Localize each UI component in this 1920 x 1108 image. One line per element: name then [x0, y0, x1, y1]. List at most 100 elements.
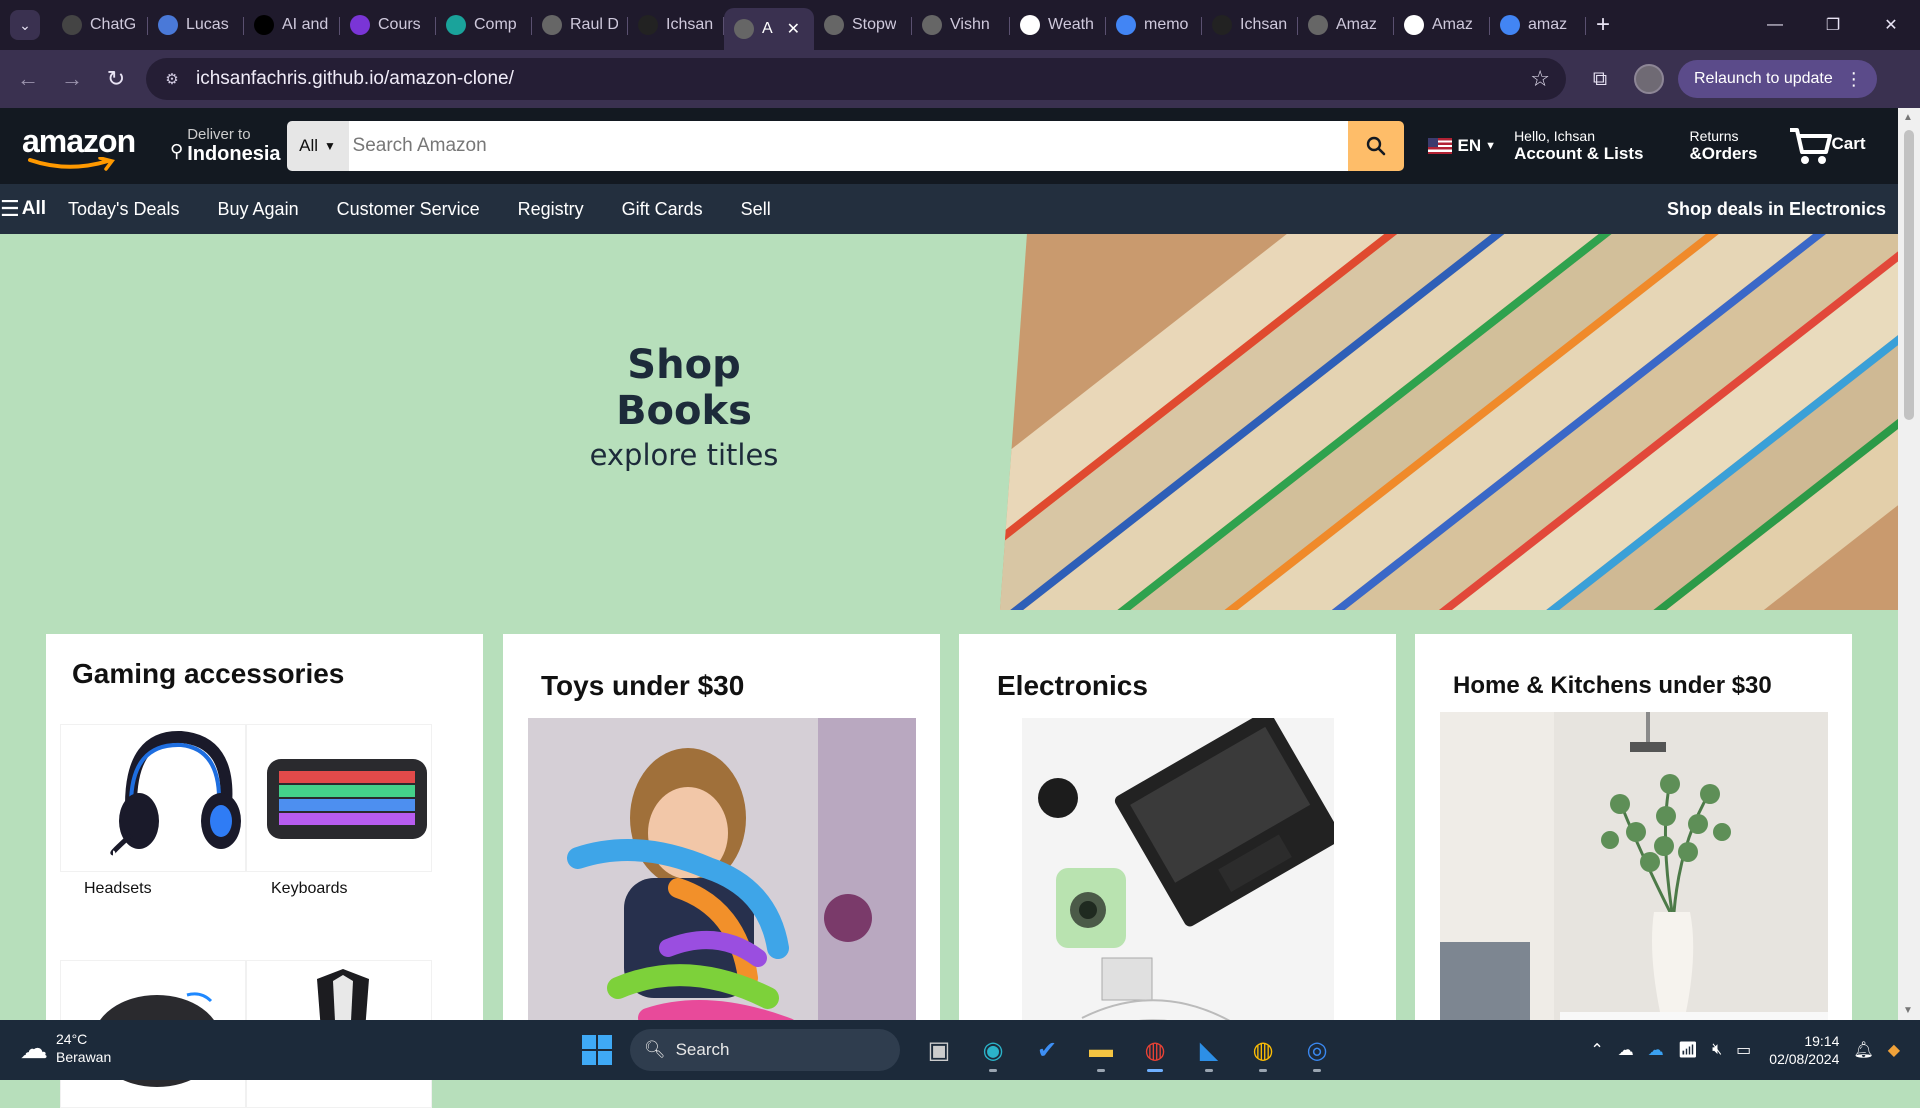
site-info-icon[interactable]: ⚙ [154, 70, 190, 88]
scroll-up-icon[interactable]: ▲ [1903, 112, 1913, 123]
tab-4[interactable]: Comp [436, 7, 532, 43]
tab-13[interactable]: Amaz [1298, 7, 1394, 43]
tab-7[interactable]: A ✕ [724, 8, 814, 50]
subnav-registry[interactable]: Registry [518, 199, 584, 220]
volume-muted-icon[interactable]: 🔇︎ [1712, 1041, 1722, 1059]
card-title[interactable]: Home & Kitchens under $30 [1453, 672, 1772, 700]
weather-widget[interactable]: ☁ 24°C Berawan [20, 1030, 111, 1066]
tab-1[interactable]: Lucas [148, 7, 244, 43]
amazon-logo[interactable]: amazon [22, 121, 140, 171]
w-icon [1020, 15, 1040, 35]
tab-3[interactable]: Cours [340, 7, 436, 43]
electronics-image[interactable] [1022, 718, 1334, 1048]
subnav-buy-again[interactable]: Buy Again [218, 199, 299, 220]
onedrive-icon[interactable]: ☁ [1618, 1040, 1634, 1060]
chevron-up-icon[interactable]: ⌃ [1590, 1040, 1603, 1060]
card-title[interactable]: Toys under $30 [541, 670, 744, 702]
copilot-icon[interactable]: ◆ [1888, 1040, 1900, 1060]
hero-title: Shop Books [616, 342, 752, 434]
extensions-icon[interactable]: ⧉ [1578, 57, 1622, 101]
restore-icon[interactable]: ❐ [1804, 0, 1862, 50]
headsets-image[interactable] [60, 724, 246, 872]
address-bar[interactable]: ⚙ ichsanfachris.github.io/amazon-clone/ … [146, 58, 1566, 100]
taskbar-search[interactable]: 🔍︎ Search [630, 1029, 900, 1071]
new-tab-button[interactable]: + [1596, 11, 1610, 39]
scroll-down-icon[interactable]: ▼ [1903, 1005, 1913, 1016]
books-image [1000, 234, 1898, 610]
language-selector[interactable]: EN ▼ [1427, 136, 1496, 156]
notification-bell-icon[interactable]: 🔔︎ [1853, 1040, 1873, 1060]
relaunch-button[interactable]: Relaunch to update ⋮ [1678, 60, 1877, 98]
file-explorer-icon[interactable]: ▬ [1079, 1028, 1123, 1072]
returns-orders[interactable]: Returns &Orders [1689, 128, 1758, 164]
bookmark-star-icon[interactable]: ☆ [1530, 66, 1550, 92]
cloud-icon[interactable]: ☁ [1648, 1040, 1664, 1060]
account-lists[interactable]: Hello, Ichsan Account & Lists [1514, 128, 1643, 164]
url-text[interactable]: ichsanfachris.github.io/amazon-clone/ [196, 68, 514, 90]
electronics-deals-link[interactable]: Shop deals in Electronics [1667, 199, 1886, 220]
keyboards-image[interactable] [246, 724, 432, 872]
close-tab-icon[interactable]: ✕ [787, 19, 800, 39]
date: 02/08/2024 [1769, 1051, 1840, 1067]
orders-label: &Orders [1689, 143, 1758, 163]
minimize-icon[interactable]: — [1746, 0, 1804, 50]
vscode-icon[interactable]: ◣ [1187, 1028, 1231, 1072]
keyboards-label[interactable]: Keyboards [271, 880, 348, 898]
close-window-icon[interactable]: ✕ [1862, 0, 1920, 50]
menu-dots-icon[interactable]: ⋮ [1845, 69, 1863, 90]
google-icon [1116, 15, 1136, 35]
tab-5[interactable]: Raul D [532, 7, 628, 43]
home-kitchen-image[interactable] [1440, 712, 1828, 1048]
chrome-icon[interactable]: ◍ [1133, 1028, 1177, 1072]
back-button[interactable]: ← [6, 57, 50, 101]
tab-10[interactable]: Weath [1010, 7, 1106, 43]
profile-avatar[interactable] [1634, 64, 1664, 94]
headsets-label[interactable]: Headsets [84, 880, 152, 898]
subnav-gift-cards[interactable]: Gift Cards [622, 199, 703, 220]
forward-button[interactable]: → [50, 57, 94, 101]
tab-9[interactable]: Vishn [912, 7, 1010, 43]
clock[interactable]: 19:14 02/08/2024 [1769, 1032, 1839, 1068]
toys-image[interactable] [528, 718, 916, 1048]
tab-12[interactable]: Ichsan [1202, 7, 1298, 43]
tab-14[interactable]: Amaz [1394, 7, 1490, 43]
google-icon [1500, 15, 1520, 35]
tab-0[interactable]: ChatG [52, 7, 148, 43]
tab-search-button[interactable]: ⌄ [10, 10, 40, 40]
product-cards: Gaming accessories Headsets Keyboards To… [0, 610, 1898, 1108]
card-title[interactable]: Gaming accessories [72, 658, 344, 690]
tab-8[interactable]: Stopw [814, 7, 912, 43]
search-button[interactable] [1347, 121, 1404, 171]
battery-icon[interactable]: ▭ [1736, 1040, 1751, 1060]
hero-banner[interactable]: Shop Books explore titles [0, 234, 1898, 610]
tab-6[interactable]: Ichsan [628, 7, 724, 43]
chrome-profile-icon[interactable]: ◍ [1241, 1028, 1285, 1072]
task-view-icon[interactable]: ▣ [917, 1028, 961, 1072]
search-input[interactable] [348, 121, 1348, 171]
tab-11[interactable]: memo [1106, 7, 1202, 43]
all-menu-button[interactable]: ☰ All [0, 196, 46, 222]
search-category-select[interactable]: All ▼ [286, 121, 349, 171]
tab-title: Comp [474, 16, 517, 33]
browser-toolbar: ← → ↻ ⚙ ichsanfachris.github.io/amazon-c… [0, 50, 1920, 108]
reload-button[interactable]: ↻ [94, 57, 138, 101]
subnav-customer-service[interactable]: Customer Service [337, 199, 480, 220]
deliver-to[interactable]: ⚲ Deliver to Indonesia [170, 127, 281, 166]
tab-title: memo [1144, 16, 1189, 33]
tab-2[interactable]: AI and [244, 7, 340, 43]
page-scrollbar[interactable]: ▲ ▼ [1898, 108, 1920, 1020]
tab-15[interactable]: amaz [1490, 7, 1586, 43]
todo-icon[interactable]: ✔ [1025, 1028, 1069, 1072]
scroll-thumb[interactable] [1904, 130, 1914, 420]
v-icon [446, 15, 466, 35]
window-controls: — ❐ ✕ [1746, 0, 1920, 50]
wifi-icon[interactable]: 📶︎ [1678, 1040, 1698, 1060]
subnav-todays-deals[interactable]: Today's Deals [68, 199, 180, 220]
windows-start-icon[interactable] [582, 1035, 612, 1065]
cart-button[interactable]: Cart [1788, 126, 1866, 166]
app-icon[interactable]: ◎ [1295, 1028, 1339, 1072]
edge-icon[interactable]: ◉ [971, 1028, 1015, 1072]
card-title[interactable]: Electronics [997, 670, 1148, 702]
tab-title: Ichsan [1240, 16, 1288, 33]
subnav-sell[interactable]: Sell [741, 199, 771, 220]
